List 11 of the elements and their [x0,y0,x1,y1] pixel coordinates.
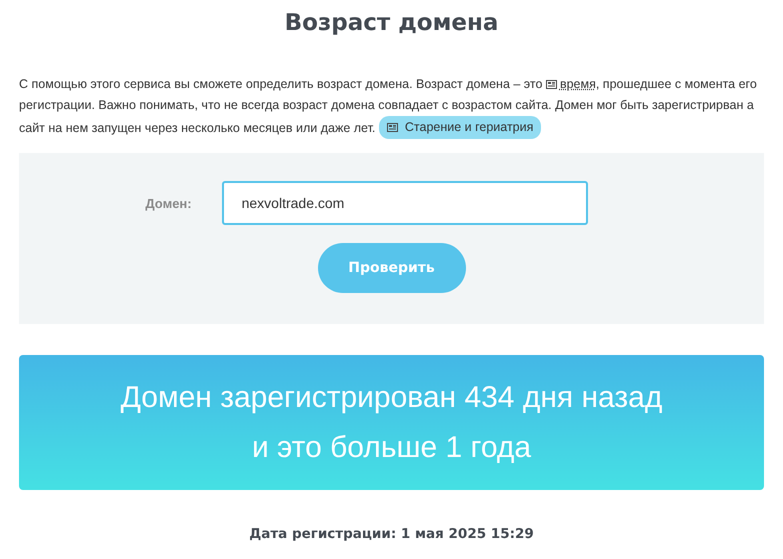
newspaper-icon [546,80,557,89]
page-title: Возраст домена [284,9,500,38]
time-link[interactable]: время [546,77,596,91]
result-text: и это больше 1 года [252,430,532,466]
registration-date: Дата регистрации: 1 мая 2025 15:29 [248,526,535,542]
domain-label: Домен: [145,196,192,210]
newspaper-icon [386,123,398,132]
intro-paragraph: С помощью этого сервиса вы сможете определить возраст домена. Возраст домена – это время, прошедшее с момента его регистрации. Важно понимать, что не всегда возраст домена совпадает с возрастом сайта. Домен мог быть зарегистрирван а сайт на нем запущен через несколько месяцев или даже лет. Старение и гериатрия [19,74,764,139]
domain-input[interactable]: nexvoltrade.com [222,181,588,225]
result-text: Домен зарегистрирован 434 дня назад [120,380,662,416]
topic-tag[interactable]: Старение и гериатрия [378,116,542,139]
